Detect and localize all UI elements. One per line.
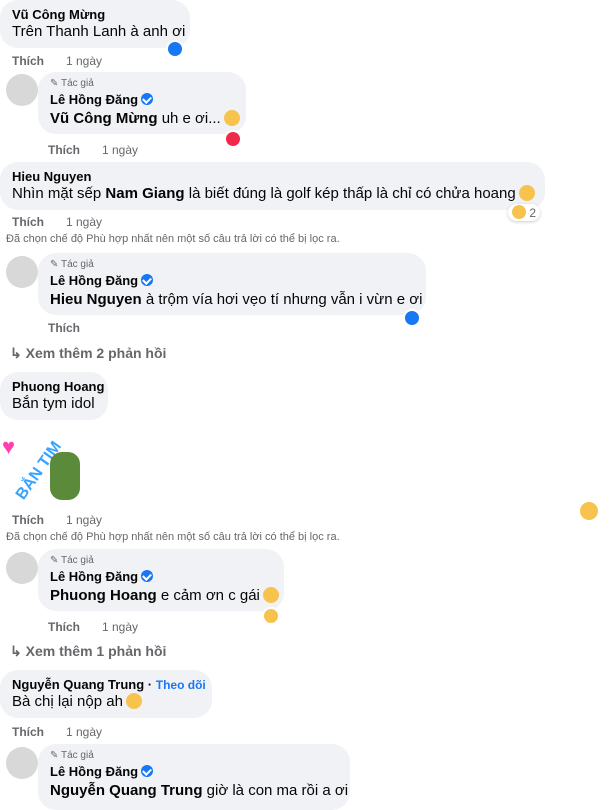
reply-arrow-icon: ↳ <box>10 345 22 361</box>
comment-author[interactable]: Nguyễn Quang Trung · Theo dõi <box>12 677 206 692</box>
avatar[interactable] <box>6 747 38 779</box>
comment-text: Bắn tym idol <box>12 395 95 412</box>
comment-author[interactable]: Lê Hồng Đăng <box>50 764 338 779</box>
follow-link[interactable]: Theo dõi <box>156 678 206 692</box>
author-badge: ✎ Tác giả <box>50 750 94 761</box>
add-reaction-icon[interactable] <box>580 502 598 520</box>
like-button[interactable]: Thích <box>48 143 80 157</box>
author-badge: ✎ Tác giả <box>50 259 94 270</box>
like-button[interactable]: Thích <box>12 513 44 527</box>
haha-reaction-icon <box>512 205 526 219</box>
laugh-emoji-icon <box>125 693 142 709</box>
comment-actions: Thích 1 ngày <box>48 143 138 157</box>
comment-actions: Thích 1 ngày <box>12 725 102 739</box>
view-more-replies-link[interactable]: ↳ Xem thêm 2 phản hồi <box>10 345 166 362</box>
like-button[interactable]: Thích <box>12 215 44 229</box>
avatar[interactable] <box>6 552 38 584</box>
comment-bubble: Phuong Hoang Bắn tym idol <box>0 372 108 420</box>
reply-bubble: ✎ Tác giả Lê Hồng Đăng Vũ Công Mừng uh e… <box>38 72 246 134</box>
comment-text: Hieu Nguyen à trộm vía hơi vẹo tí nhưng … <box>50 291 423 308</box>
comment-bubble: Vũ Công Mừng Trên Thanh Lanh à anh ơi <box>0 0 190 48</box>
comment-time[interactable]: 1 ngày <box>66 513 102 527</box>
mention-link[interactable]: Hieu Nguyen <box>50 291 142 308</box>
filter-note: Đã chọn chế độ Phù hợp nhất nên một số c… <box>6 531 340 543</box>
smile-emoji-icon <box>262 587 279 603</box>
like-reaction-icon[interactable] <box>403 309 421 327</box>
mention-link[interactable]: Nam Giang <box>105 185 184 202</box>
comment-time[interactable]: 1 ngày <box>66 54 102 68</box>
comment-text: Trên Thanh Lanh à anh ơi <box>12 23 186 40</box>
comment-author[interactable]: Hieu Nguyen <box>12 169 533 184</box>
comment-actions: Thích 1 ngày <box>48 620 138 634</box>
sticker-character <box>50 452 80 500</box>
haha-reaction-icon[interactable] <box>262 607 280 625</box>
like-button[interactable]: Thích <box>12 725 44 739</box>
like-button[interactable]: Thích <box>48 321 80 335</box>
verified-badge-icon <box>141 274 154 286</box>
comment-author[interactable]: Lê Hồng Đăng <box>50 569 272 584</box>
mention-link[interactable]: Vũ Công Mừng <box>50 110 158 127</box>
like-button[interactable]: Thích <box>12 54 44 68</box>
reply-arrow-icon: ↳ <box>10 643 22 659</box>
comment-time[interactable]: 1 ngày <box>66 725 102 739</box>
comment-text: Nguyễn Quang Trung giờ là con ma rồi a ơ… <box>50 782 349 799</box>
reply-bubble: ✎ Tác giả Lê Hồng Đăng Phuong Hoang e cả… <box>38 549 284 611</box>
love-reaction-icon[interactable] <box>224 130 242 148</box>
sticker-image[interactable]: ♥ BẮN TIM <box>0 428 84 508</box>
comment-time[interactable]: 1 ngày <box>102 620 138 634</box>
verified-badge-icon <box>141 570 154 582</box>
comment-text: Nhìn mặt sếp Nam Giang là biết đúng là g… <box>12 184 535 203</box>
reaction-summary[interactable]: 2 <box>508 204 541 221</box>
like-reaction-icon[interactable] <box>166 40 184 58</box>
comment-author[interactable]: Vũ Công Mừng <box>12 7 178 22</box>
reply-bubble: ✎ Tác giả Lê Hồng Đăng Nguyễn Quang Trun… <box>38 744 350 810</box>
heart-icon: ♥ <box>2 434 16 459</box>
comment-author[interactable]: Phuong Hoang <box>12 379 104 394</box>
view-more-replies-link[interactable]: ↳ Xem thêm 1 phản hồi <box>10 643 166 660</box>
reply-bubble: ✎ Tác giả Lê Hồng Đăng Hieu Nguyen à trộ… <box>38 253 426 315</box>
sad-emoji-icon <box>518 185 535 201</box>
like-button[interactable]: Thích <box>48 620 80 634</box>
comment-bubble: Nguyễn Quang Trung · Theo dõi Bà chị lại… <box>0 670 212 718</box>
comment-actions: Thích 1 ngày <box>12 54 102 68</box>
comment-text: Bà chị lại nộp ah <box>12 692 200 711</box>
avatar[interactable] <box>6 74 38 106</box>
verified-badge-icon <box>141 93 154 105</box>
filter-note: Đã chọn chế độ Phù hợp nhất nên một số c… <box>6 233 340 245</box>
author-badge: ✎ Tác giả <box>50 555 94 566</box>
comment-author[interactable]: Lê Hồng Đăng <box>50 273 414 288</box>
author-badge: ✎ Tác giả <box>50 78 94 89</box>
comment-bubble: Hieu Nguyen Nhìn mặt sếp Nam Giang là bi… <box>0 162 545 210</box>
comment-time[interactable]: 1 ngày <box>66 215 102 229</box>
comment-author[interactable]: Lê Hồng Đăng <box>50 92 234 107</box>
verified-badge-icon <box>141 765 154 777</box>
comment-actions: Thích 1 ngày <box>12 215 102 229</box>
smile-emoji-icon <box>223 110 240 126</box>
avatar[interactable] <box>6 256 38 288</box>
mention-link[interactable]: Phuong Hoang <box>50 587 157 604</box>
comment-time[interactable]: 1 ngày <box>102 143 138 157</box>
comment-text: Phuong Hoang e cảm ơn c gái <box>50 586 279 605</box>
reaction-count: 2 <box>529 206 537 220</box>
mention-link[interactable]: Nguyễn Quang Trung <box>50 782 203 799</box>
comment-actions: Thích <box>48 321 102 335</box>
comment-actions: Thích 1 ngày <box>12 513 102 527</box>
comment-text: Vũ Công Mừng uh e ơi... <box>50 109 240 128</box>
